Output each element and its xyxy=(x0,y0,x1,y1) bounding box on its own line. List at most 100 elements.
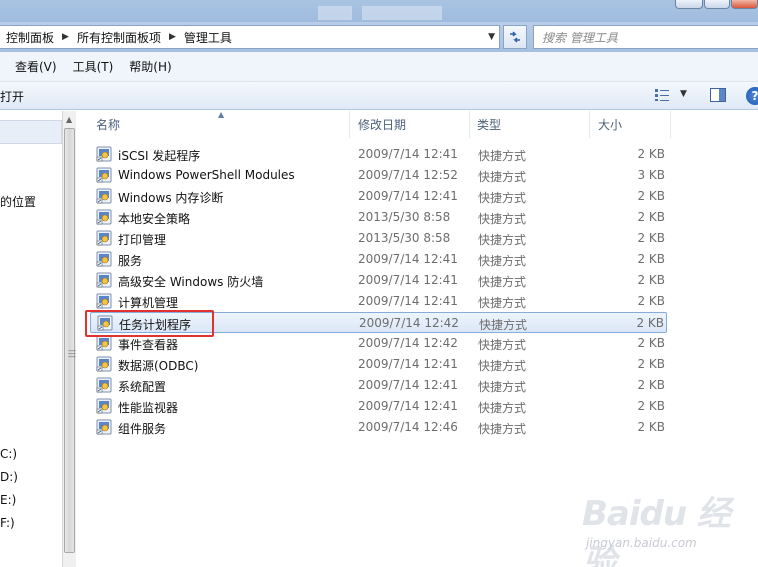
breadcrumb-arrow-icon[interactable]: ▶ xyxy=(62,32,69,42)
file-date: 2009/7/14 12:41 xyxy=(358,294,458,308)
help-icon[interactable]: ? xyxy=(746,87,758,105)
shortcut-tool-icon xyxy=(96,335,112,351)
search-placeholder: 搜索 管理工具 xyxy=(542,30,618,45)
column-header-type[interactable]: 类型 xyxy=(470,111,590,138)
file-date: 2009/7/14 12:46 xyxy=(358,420,458,434)
close-button[interactable] xyxy=(731,0,758,9)
grip-icon: — — — xyxy=(68,346,76,361)
file-row[interactable]: 服务 2009/7/14 12:41 快捷方式 2 KB xyxy=(90,249,667,270)
maximize-button[interactable] xyxy=(704,0,730,9)
title-ghost-box xyxy=(318,6,352,20)
file-type: 快捷方式 xyxy=(478,296,527,310)
scrollbar-thumb[interactable]: — — — xyxy=(64,128,76,553)
file-row[interactable]: Windows 内存诊断 2009/7/14 12:41 快捷方式 2 KB xyxy=(90,186,667,207)
file-size: 2 KB xyxy=(637,378,665,392)
navigation-pane: 的位置 C:) D:) E:) F:) xyxy=(0,111,62,567)
menu-tools[interactable]: 工具(T) xyxy=(68,58,119,75)
file-name: 组件服务 xyxy=(118,422,167,436)
scroll-up-icon[interactable]: ▲ xyxy=(66,115,72,124)
command-bar: 打开 ▼ ? xyxy=(0,82,758,110)
file-name: 高级安全 Windows 防火墙 xyxy=(118,275,264,289)
shortcut-tool-icon xyxy=(96,419,112,435)
file-row[interactable]: Windows PowerShell Modules 2009/7/14 12:5… xyxy=(90,165,667,186)
shortcut-tool-icon xyxy=(96,293,112,309)
minimize-button[interactable] xyxy=(675,0,703,9)
file-name: iSCSI 发起程序 xyxy=(118,149,201,163)
column-header-label: 类型 xyxy=(477,118,502,132)
view-options-icon[interactable] xyxy=(654,88,670,102)
file-row[interactable]: 系统配置 2009/7/14 12:41 快捷方式 2 KB xyxy=(90,375,667,396)
file-date: 2013/5/30 8:58 xyxy=(358,231,451,245)
watermark: Baidu 经验 jingyan.baidu.com xyxy=(582,486,752,567)
search-input[interactable]: 搜索 管理工具 xyxy=(533,25,758,49)
file-row[interactable]: 高级安全 Windows 防火墙 2009/7/14 12:41 快捷方式 2 KB xyxy=(90,270,667,291)
file-name: 打印管理 xyxy=(118,233,167,247)
file-type: 快捷方式 xyxy=(478,338,527,352)
shortcut-tool-icon xyxy=(96,188,112,204)
file-row[interactable]: 组件服务 2009/7/14 12:46 快捷方式 2 KB xyxy=(90,417,667,438)
file-size: 2 KB xyxy=(637,420,665,434)
nav-selected-item[interactable] xyxy=(0,120,62,144)
open-button[interactable]: 打开 xyxy=(0,88,24,105)
column-header-date[interactable]: 修改日期 xyxy=(350,111,470,138)
address-dropdown-icon[interactable]: ▼ xyxy=(488,32,495,42)
file-type: 快捷方式 xyxy=(478,149,527,163)
file-date: 2009/7/14 12:41 xyxy=(358,399,458,413)
file-name: Windows 内存诊断 xyxy=(118,191,224,205)
view-dropdown-icon[interactable]: ▼ xyxy=(680,89,687,99)
file-name: Windows PowerShell Modules xyxy=(118,168,295,182)
nav-scrollbar[interactable]: ▲ — — — xyxy=(62,111,76,567)
menu-help[interactable]: 帮助(H) xyxy=(124,58,176,75)
nav-item-drive-d[interactable]: D:) xyxy=(0,470,18,484)
file-size: 2 KB xyxy=(637,294,665,308)
file-type: 快捷方式 xyxy=(478,170,527,184)
file-row[interactable]: 性能监视器 2009/7/14 12:41 快捷方式 2 KB xyxy=(90,396,667,417)
file-row[interactable]: 打印管理 2013/5/30 8:58 快捷方式 2 KB xyxy=(90,228,667,249)
column-header-name[interactable]: 名称 xyxy=(78,111,350,138)
file-size: 2 KB xyxy=(637,231,665,245)
shortcut-tool-icon xyxy=(96,272,112,288)
refresh-button[interactable] xyxy=(503,25,527,49)
breadcrumb-all-items[interactable]: 所有控制面板项 xyxy=(77,29,161,46)
file-size: 2 KB xyxy=(637,147,665,161)
title-ghost-box xyxy=(362,6,442,20)
shortcut-tool-icon xyxy=(96,398,112,414)
column-header-label: 大小 xyxy=(598,118,623,132)
shortcut-tool-icon xyxy=(96,356,112,372)
file-type: 快捷方式 xyxy=(478,212,527,226)
window-title-strip xyxy=(0,0,758,22)
nav-item-recent-places[interactable]: 的位置 xyxy=(0,193,36,210)
file-type: 快捷方式 xyxy=(478,359,527,373)
column-header-size[interactable]: 大小 xyxy=(590,111,671,138)
breadcrumb-admin-tools[interactable]: 管理工具 xyxy=(184,29,232,46)
file-row[interactable]: iSCSI 发起程序 2009/7/14 12:41 快捷方式 2 KB xyxy=(90,144,667,165)
menu-bar: 查看(V) 工具(T) 帮助(H) xyxy=(0,52,758,82)
watermark-brand: Baidu 经验 xyxy=(582,494,731,567)
nav-item-drive-c[interactable]: C:) xyxy=(0,447,17,461)
file-type: 快捷方式 xyxy=(479,318,528,332)
menu-view[interactable]: 查看(V) xyxy=(10,58,62,75)
file-row[interactable]: 本地安全策略 2013/5/30 8:58 快捷方式 2 KB xyxy=(90,207,667,228)
file-row[interactable]: 数据源(ODBC) 2009/7/14 12:41 快捷方式 2 KB xyxy=(90,354,667,375)
file-date: 2009/7/14 12:41 xyxy=(358,147,458,161)
shortcut-tool-icon xyxy=(96,251,112,267)
file-size: 2 KB xyxy=(637,399,665,413)
shortcut-tool-icon xyxy=(96,377,112,393)
refresh-icon xyxy=(510,31,520,43)
annotation-highlight-box xyxy=(85,310,214,337)
file-date: 2009/7/14 12:52 xyxy=(358,168,458,182)
file-size: 2 KB xyxy=(636,316,664,330)
nav-item-drive-e[interactable]: E:) xyxy=(0,493,16,507)
preview-pane-icon[interactable] xyxy=(710,88,726,102)
file-date: 2009/7/14 12:41 xyxy=(358,357,458,371)
address-row: 控制面板 ▶ 所有控制面板项 ▶ 管理工具 ▼ 搜索 管理工具 xyxy=(0,22,758,52)
file-date: 2009/7/14 12:42 xyxy=(359,316,459,330)
shortcut-tool-icon xyxy=(96,230,112,246)
address-bar[interactable]: 控制面板 ▶ 所有控制面板项 ▶ 管理工具 ▼ xyxy=(0,25,500,49)
nav-item-drive-f[interactable]: F:) xyxy=(0,516,15,530)
file-row[interactable]: 计算机管理 2009/7/14 12:41 快捷方式 2 KB xyxy=(90,291,667,312)
file-size: 2 KB xyxy=(637,273,665,287)
file-type: 快捷方式 xyxy=(478,275,527,289)
breadcrumb-control-panel[interactable]: 控制面板 xyxy=(6,29,54,46)
breadcrumb-arrow-icon[interactable]: ▶ xyxy=(169,32,176,42)
